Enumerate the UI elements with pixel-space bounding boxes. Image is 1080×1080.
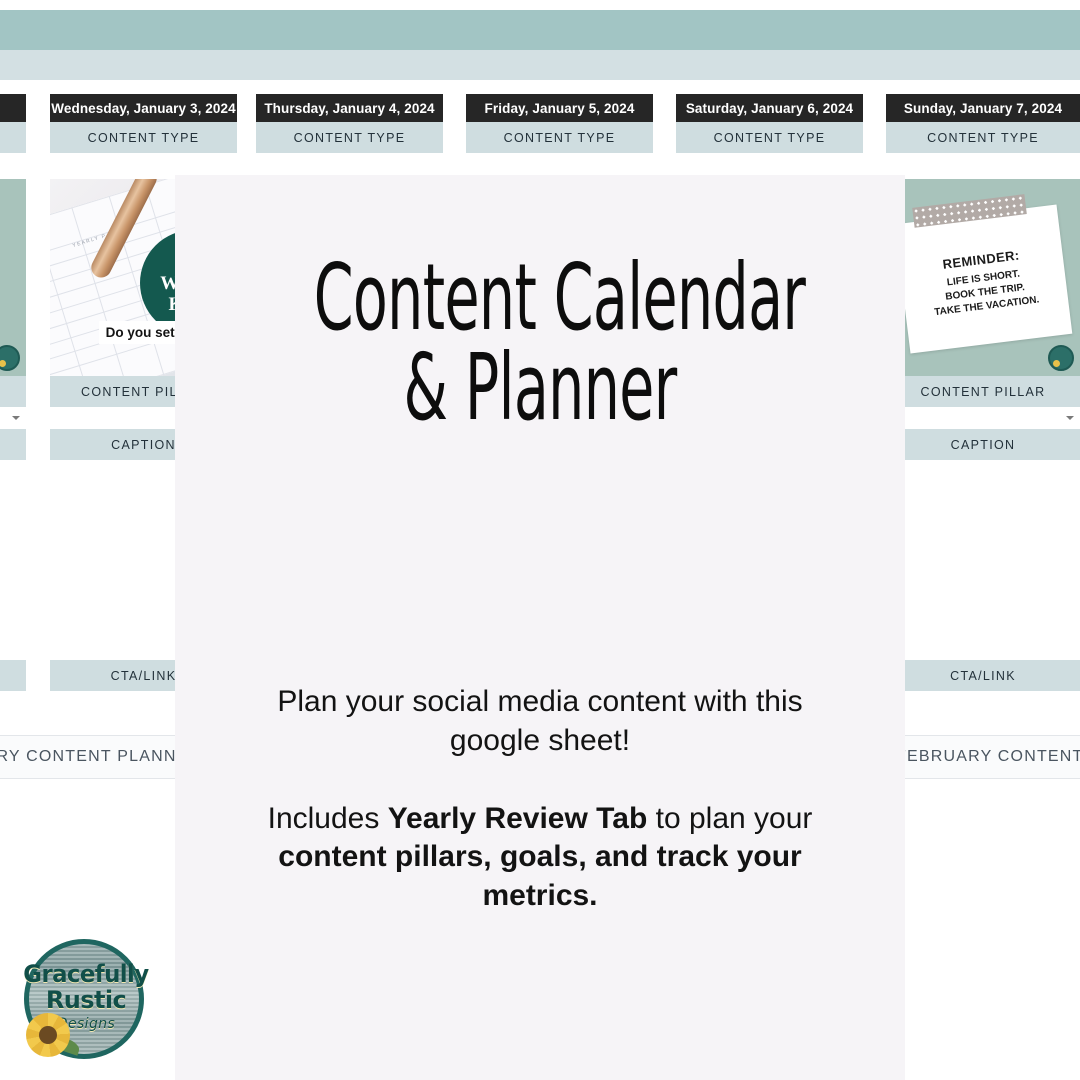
promo-p2-part-c: to plan your [647, 802, 813, 836]
reminder-note-art: REMINDER: LIFE IS SHORT. BOOK THE TRIP. TA… [886, 179, 1080, 376]
cta-link-label [0, 660, 26, 691]
content-type-label: CONTENT TYPE [256, 122, 443, 153]
content-pillar-label: CONTENT PILLAR [886, 376, 1080, 407]
page-title-line-2: & Planner [403, 334, 677, 442]
day-column-partial[interactable] [0, 94, 26, 691]
caption-value[interactable] [886, 460, 1080, 660]
day-date-header: Wednesday, January 3, 2024 [50, 94, 237, 122]
promo-p2-highlight-1: Yearly Review Tab [387, 802, 648, 836]
sheet-band-gap [0, 80, 1080, 94]
content-type-value[interactable] [886, 153, 1080, 179]
content-type-label: CONTENT TYPE [50, 122, 237, 153]
caption-value[interactable] [0, 460, 26, 660]
tab-february-content-planner[interactable]: FEBRUARY CONTENT PLANNER [896, 736, 1080, 778]
page-title: Content Calendar & Planner [314, 175, 806, 442]
content-pillar-value[interactable] [0, 407, 26, 429]
day-date-header: Sunday, January 7, 2024 [886, 94, 1080, 122]
sunflower-icon [26, 1013, 70, 1057]
content-type-label: CONTENT TYPE [466, 122, 653, 153]
promo-paragraph-1: Plan your social media content with this… [277, 685, 803, 757]
day-column-sunday[interactable]: Sunday, January 7, 2024 CONTENT TYPE REM… [886, 94, 1080, 691]
day-date-header: Saturday, January 6, 2024 [676, 94, 863, 122]
content-type-label: CONTENT TYPE [676, 122, 863, 153]
promo-paragraph-2: Includes Yearly Review Tab to plan your … [231, 800, 849, 915]
chevron-down-icon[interactable] [12, 416, 20, 420]
brand-watermark-icon [0, 345, 20, 371]
media-cell[interactable]: REMINDER: LIFE IS SHORT. BOOK THE TRIP. TA… [886, 179, 1080, 376]
content-type-label [0, 122, 26, 153]
chevron-down-icon[interactable] [1066, 416, 1074, 420]
brand-logo: Gracefully Rustic Designs [20, 935, 152, 1067]
tab-january-content-planner[interactable]: JANUARY CONTENT PLANNER [0, 736, 201, 778]
day-date-header: Friday, January 5, 2024 [466, 94, 653, 122]
caption-label: CAPTION [886, 429, 1080, 460]
media-cell[interactable] [0, 179, 26, 376]
day-date-header [0, 94, 26, 122]
sheet-pale-band [0, 50, 1080, 80]
content-type-label: CONTENT TYPE [886, 122, 1080, 153]
logo-line-1: Gracefully [23, 960, 149, 988]
sage-art-block [0, 179, 26, 376]
cta-link-label: CTA/LINK [886, 660, 1080, 691]
promo-p2-highlight-2: content pillars, goals, and track your m… [278, 840, 802, 912]
sheet-teal-band [0, 10, 1080, 50]
promo-p2-part-a: Includes [267, 802, 388, 836]
content-pillar-value[interactable] [886, 407, 1080, 429]
content-type-value[interactable] [0, 153, 26, 179]
content-pillar-label [0, 376, 26, 407]
reminder-note-body: LIFE IS SHORT. BOOK THE TRIP. TAKE THE VAC… [933, 268, 1040, 319]
brand-watermark-icon [1048, 345, 1074, 371]
promo-body-text: Plan your social media content with this… [175, 433, 905, 915]
promo-overlay-panel: Content Calendar & Planner Plan your soc… [175, 175, 905, 1080]
screenshot-canvas: Wednesday, January 3, 2024 CONTENT TYPE … [0, 0, 1080, 1080]
caption-label [0, 429, 26, 460]
top-white-strip [0, 0, 1080, 10]
reminder-note-card: REMINDER: LIFE IS SHORT. BOOK THE TRIP. TA… [894, 205, 1072, 355]
logo-line-2: Rustic [45, 986, 127, 1014]
day-date-header: Thursday, January 4, 2024 [256, 94, 443, 122]
